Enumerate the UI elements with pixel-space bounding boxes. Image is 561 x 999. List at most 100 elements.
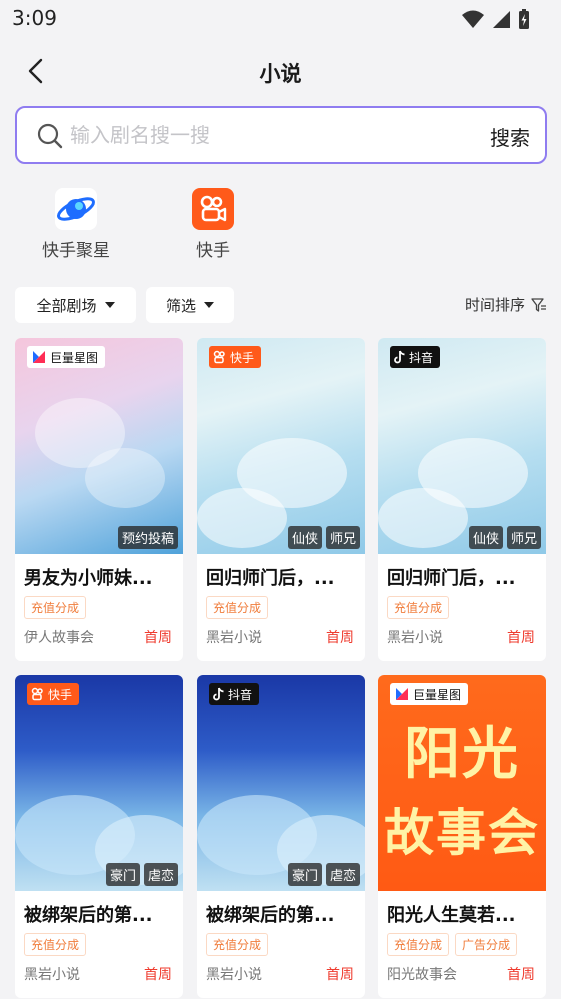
douyin-icon xyxy=(213,687,224,701)
card-title: 男友为小师妹... xyxy=(24,568,153,589)
novel-card[interactable]: 快手 仙侠 师兄 回归师门后，... 充值分成 黑岩小说 首周 xyxy=(197,338,365,661)
card-title: 回归师门后，... xyxy=(206,568,335,589)
revenue-chip: 充值分成 xyxy=(206,596,269,619)
revenue-chip: 充值分成 xyxy=(387,933,450,956)
platform-badge-label: 抖音 xyxy=(228,687,253,702)
caret-down-icon xyxy=(204,302,214,308)
caret-down-icon xyxy=(104,302,115,308)
wifi-icon xyxy=(462,10,484,28)
platform-badge: 快手 xyxy=(209,346,262,368)
status-icons xyxy=(461,8,531,30)
cover-image: 巨量星图 预约投稿 xyxy=(15,338,183,554)
sort-button[interactable]: 时间排序 xyxy=(465,294,547,315)
battery-icon xyxy=(519,9,529,29)
chip-list: 充值分成 xyxy=(206,596,269,619)
novel-card[interactable]: 抖音 豪门 虐恋 被绑架后的第... 充值分成 黑岩小说 首周 xyxy=(197,675,365,998)
chip-list: 充值分成 xyxy=(206,933,269,956)
period-label: 首周 xyxy=(507,967,535,983)
platform-kuaishou[interactable]: 快手 xyxy=(163,188,263,261)
juliang-logo-icon xyxy=(33,351,45,363)
revenue-chip: 充值分成 xyxy=(206,933,269,956)
card-title: 被绑架后的第... xyxy=(206,905,335,926)
platform-badge-label: 快手 xyxy=(230,350,255,365)
tag-list: 预约投稿 xyxy=(117,526,178,549)
status-bar: 3:09 xyxy=(0,0,561,38)
tag: 豪门 xyxy=(105,863,140,886)
platform-kuaishou-juxing[interactable]: 快手聚星 xyxy=(26,188,126,261)
signal-icon xyxy=(493,11,510,28)
platform-badge: 抖音 xyxy=(209,683,260,705)
chip-list: 充值分成 xyxy=(24,933,87,956)
platform-badge-label: 抖音 xyxy=(409,350,434,365)
tag: 师兄 xyxy=(325,526,360,549)
tag: 虐恋 xyxy=(143,863,178,886)
tag-list: 豪门 虐恋 xyxy=(287,863,360,886)
revenue-chip: 充值分成 xyxy=(387,596,450,619)
douyin-icon xyxy=(394,350,405,364)
filter-funnel-icon xyxy=(531,297,546,312)
page-title: 小说 xyxy=(259,62,302,86)
publisher: 伊人故事会 xyxy=(24,630,94,646)
platform-badge: 巨量星图 xyxy=(390,683,469,705)
filter-dropdown-label: 筛选 xyxy=(165,296,196,315)
revenue-chip: 充值分成 xyxy=(24,933,87,956)
planet-icon xyxy=(55,188,97,230)
period-label: 首周 xyxy=(326,967,354,983)
tag-list: 豪门 虐恋 xyxy=(105,863,178,886)
period-label: 首周 xyxy=(326,630,354,646)
revenue-chip: 充值分成 xyxy=(24,596,87,619)
theater-dropdown[interactable]: 全部剧场 xyxy=(15,287,136,323)
platform-badge-label: 巨量星图 xyxy=(413,687,462,702)
publisher: 阳光故事会 xyxy=(387,967,457,983)
platform-badge: 快手 xyxy=(27,683,80,705)
search-icon xyxy=(37,123,63,149)
publisher: 黑岩小说 xyxy=(206,630,262,646)
tag-list: 仙侠 师兄 xyxy=(287,526,360,549)
platform-badge-label: 快手 xyxy=(48,687,73,702)
novel-card[interactable]: 巨量星图 阳光 故事会 阳光人生莫若... 充值分成 广告分成 阳光故事会 首周 xyxy=(378,675,546,998)
tag: 预约投稿 xyxy=(117,526,178,549)
search-button[interactable]: 搜索 xyxy=(490,122,530,151)
cover-image: 巨量星图 阳光 故事会 xyxy=(378,675,546,891)
theater-dropdown-label: 全部剧场 xyxy=(36,296,97,315)
tag: 仙侠 xyxy=(287,526,322,549)
juliang-logo-icon xyxy=(396,688,408,700)
status-time: 3:09 xyxy=(12,6,57,30)
platform-badge: 巨量星图 xyxy=(27,346,106,368)
tag: 仙侠 xyxy=(468,526,503,549)
cover-image: 快手 豪门 虐恋 xyxy=(15,675,183,891)
cover-image: 抖音 豪门 虐恋 xyxy=(197,675,365,891)
card-title: 被绑架后的第... xyxy=(24,905,153,926)
search-input[interactable] xyxy=(70,118,460,152)
platform-label: 快手 xyxy=(196,241,230,261)
kuaishou-icon xyxy=(31,687,43,701)
cover-title-line: 阳光 xyxy=(404,722,520,787)
period-label: 首周 xyxy=(507,630,535,646)
tag-list: 仙侠 师兄 xyxy=(468,526,541,549)
cover-image: 快手 仙侠 师兄 xyxy=(197,338,365,554)
filter-dropdown[interactable]: 筛选 xyxy=(146,287,234,323)
platform-badge-label: 巨量星图 xyxy=(50,350,99,365)
tag: 师兄 xyxy=(506,526,541,549)
novel-card[interactable]: 快手 豪门 虐恋 被绑架后的第... 充值分成 黑岩小说 首周 xyxy=(15,675,183,998)
search-box[interactable]: 搜索 xyxy=(15,106,547,164)
kuaishou-camera-icon xyxy=(192,188,234,230)
publisher: 黑岩小说 xyxy=(24,967,80,983)
kuaishou-icon xyxy=(213,350,225,364)
publisher: 黑岩小说 xyxy=(387,630,443,646)
chip-list: 充值分成 xyxy=(387,596,450,619)
chip-list: 充值分成 广告分成 xyxy=(387,933,518,956)
publisher: 黑岩小说 xyxy=(206,967,262,983)
card-title: 阳光人生莫若... xyxy=(387,905,516,926)
platform-label: 快手聚星 xyxy=(42,241,110,261)
tag: 豪门 xyxy=(287,863,322,886)
sort-label: 时间排序 xyxy=(464,296,525,314)
cover-image: 抖音 仙侠 师兄 xyxy=(378,338,546,554)
platform-badge: 抖音 xyxy=(390,346,441,368)
period-label: 首周 xyxy=(144,967,172,983)
chip-list: 充值分成 xyxy=(24,596,87,619)
novel-card[interactable]: 抖音 仙侠 师兄 回归师门后，... 充值分成 黑岩小说 首周 xyxy=(378,338,546,661)
tag: 虐恋 xyxy=(325,863,360,886)
novel-card[interactable]: 巨量星图 预约投稿 男友为小师妹... 充值分成 伊人故事会 首周 xyxy=(15,338,183,661)
card-title: 回归师门后，... xyxy=(387,568,516,589)
